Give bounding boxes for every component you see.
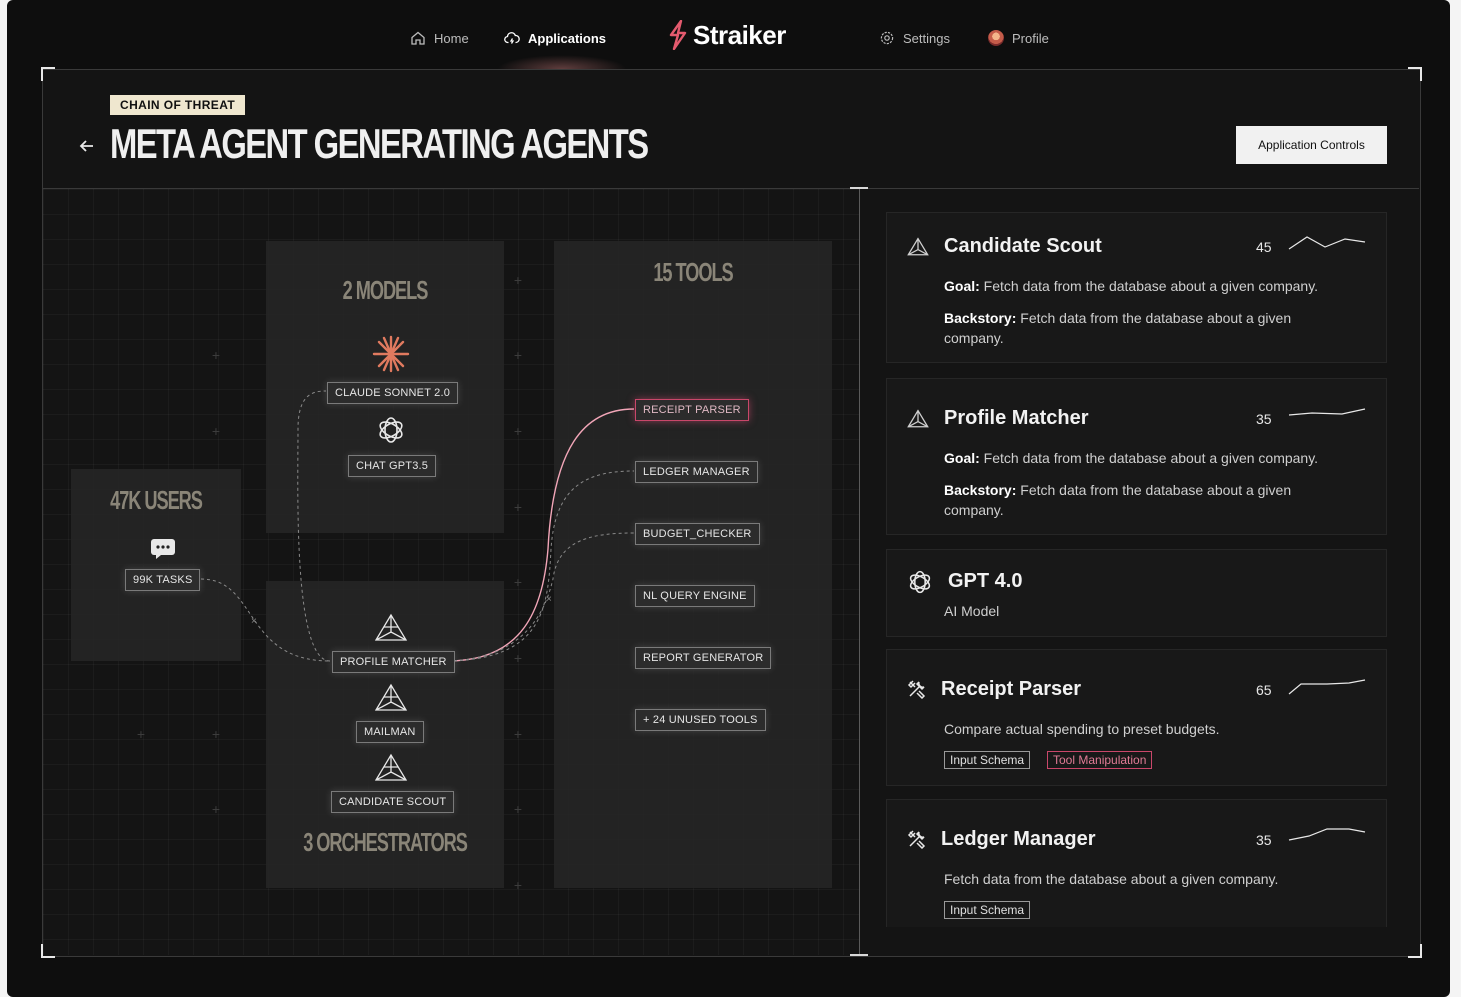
orchestrator-chip-candidate-scout[interactable]: CANDIDATE SCOUT — [331, 791, 455, 813]
goal-text: Fetch data from the database about a giv… — [983, 278, 1319, 294]
nav-settings[interactable]: Settings — [879, 28, 950, 48]
card-title: Ledger Manager — [941, 828, 1096, 850]
tool-chip-unused-tools[interactable]: + 24 UNUSED TOOLS — [635, 709, 766, 731]
page-title: META AGENT GENERATING AGENTS — [110, 120, 649, 167]
panel-divider[interactable] — [859, 188, 860, 955]
nav-applications[interactable]: Applications — [504, 28, 606, 48]
claude-sunburst-icon — [372, 335, 410, 373]
agent-pyramid-icon — [907, 237, 929, 256]
top-nav: Home Applications Straiker Settings Prof… — [7, 0, 1450, 83]
agent-pyramid-icon — [374, 613, 408, 641]
chain-of-threat-badge: CHAIN OF THREAT — [110, 95, 246, 115]
goal-label: Goal: — [944, 278, 980, 294]
tool-chip-ledger-manager[interactable]: LEDGER MANAGER — [635, 461, 758, 483]
agent-pyramid-icon — [374, 753, 408, 781]
chat-bubble-icon — [151, 539, 175, 559]
nav-home[interactable]: Home — [410, 28, 469, 48]
card-count: 65 — [1256, 682, 1272, 698]
frame-corner-tl — [41, 67, 55, 81]
tag-tool-manipulation: Tool Manipulation — [1047, 751, 1153, 769]
agent-pyramid-icon — [907, 409, 929, 428]
tasks-chip[interactable]: 99K TASKS — [125, 569, 201, 591]
cloud-bolt-icon — [504, 32, 520, 44]
openai-logo-icon — [909, 570, 931, 594]
application-controls-button[interactable]: Application Controls — [1236, 126, 1387, 164]
card-description: Fetch data from the database about a giv… — [944, 871, 1279, 887]
tag-input-schema: Input Schema — [944, 751, 1031, 769]
threat-diagram: 47K USERS 2 MODELS 3 ORCHESTRATORS 15 TO… — [43, 189, 859, 955]
tool-card-ledger-manager[interactable]: Ledger Manager 35 Fetch data from the da… — [886, 799, 1387, 927]
logo-bolt-icon — [669, 20, 687, 50]
card-count: 45 — [1256, 239, 1272, 255]
sparkline — [1288, 828, 1366, 841]
model-chip-gpt[interactable]: CHAT GPT3.5 — [348, 455, 437, 477]
model-chip-claude[interactable]: CLAUDE SONNET 2.0 — [327, 382, 459, 404]
tool-card-receipt-parser[interactable]: Receipt Parser 65 Compare actual spendin… — [886, 649, 1387, 786]
frame-corner-tr — [1408, 67, 1422, 81]
agent-pyramid-icon — [374, 683, 408, 711]
card-title: Receipt Parser — [941, 678, 1082, 700]
card-count: 35 — [1256, 832, 1272, 848]
card-backstory: Backstory: Fetch data from the database … — [944, 308, 1344, 348]
orchestrator-chip-profile-matcher[interactable]: PROFILE MATCHER — [332, 651, 455, 673]
tools-icon — [907, 830, 926, 849]
detail-cards: Candidate Scout 45 Goal: Fetch data from… — [886, 212, 1387, 927]
card-title: GPT 4.0 — [948, 570, 1023, 592]
sparkline — [1288, 679, 1366, 695]
logo-text: Straiker — [693, 19, 786, 50]
tool-chip-report-generator[interactable]: REPORT GENERATOR — [635, 647, 772, 669]
card-backstory: Backstory: Fetch data from the database … — [944, 480, 1344, 520]
app-window: Home Applications Straiker Settings Prof… — [7, 0, 1450, 997]
nav-profile-label: Profile — [1012, 30, 1049, 46]
card-goal: Goal: Fetch data from the database about… — [944, 276, 1364, 296]
tool-chip-nl-query-engine[interactable]: NL QUERY ENGINE — [635, 585, 755, 607]
card-title: Profile Matcher — [944, 407, 1089, 429]
svg-text:×: × — [546, 594, 552, 605]
orchestrator-chip-mailman[interactable]: MAILMAN — [356, 721, 424, 743]
sparkline — [1288, 408, 1366, 416]
avatar — [988, 30, 1004, 46]
frame-corner-br — [1408, 944, 1422, 958]
nav-settings-label: Settings — [903, 30, 950, 46]
svg-text:×: × — [251, 616, 257, 627]
card-description: Compare actual spending to preset budget… — [944, 721, 1220, 737]
openai-logo-icon — [379, 417, 403, 443]
model-card-gpt[interactable]: GPT 4.0 AI Model — [886, 549, 1387, 637]
tools-icon — [907, 680, 926, 699]
card-goal: Goal: Fetch data from the database about… — [944, 448, 1364, 468]
backstory-label: Backstory: — [944, 482, 1017, 498]
agent-card-profile-matcher[interactable]: Profile Matcher 35 Goal: Fetch data from… — [886, 378, 1387, 535]
nav-profile[interactable]: Profile — [988, 28, 1049, 48]
tag-input-schema: Input Schema — [944, 901, 1031, 919]
sparkline — [1288, 236, 1366, 250]
home-icon — [411, 31, 425, 45]
nav-applications-label: Applications — [528, 30, 607, 46]
goal-label: Goal: — [944, 450, 980, 466]
card-title: Candidate Scout — [944, 235, 1102, 257]
tool-chip-receipt-parser[interactable]: RECEIPT PARSER — [635, 399, 749, 421]
gear-icon — [880, 31, 894, 45]
card-count: 35 — [1256, 411, 1272, 427]
agent-card-candidate-scout[interactable]: Candidate Scout 45 Goal: Fetch data from… — [886, 212, 1387, 363]
back-arrow-icon[interactable] — [77, 136, 97, 156]
backstory-label: Backstory: — [944, 310, 1017, 326]
nav-home-label: Home — [434, 30, 469, 46]
tool-chip-budget-checker[interactable]: BUDGET_CHECKER — [635, 523, 760, 545]
goal-text: Fetch data from the database about a giv… — [983, 450, 1319, 466]
logo[interactable]: Straiker — [667, 18, 786, 52]
card-subtitle: AI Model — [944, 603, 1000, 619]
